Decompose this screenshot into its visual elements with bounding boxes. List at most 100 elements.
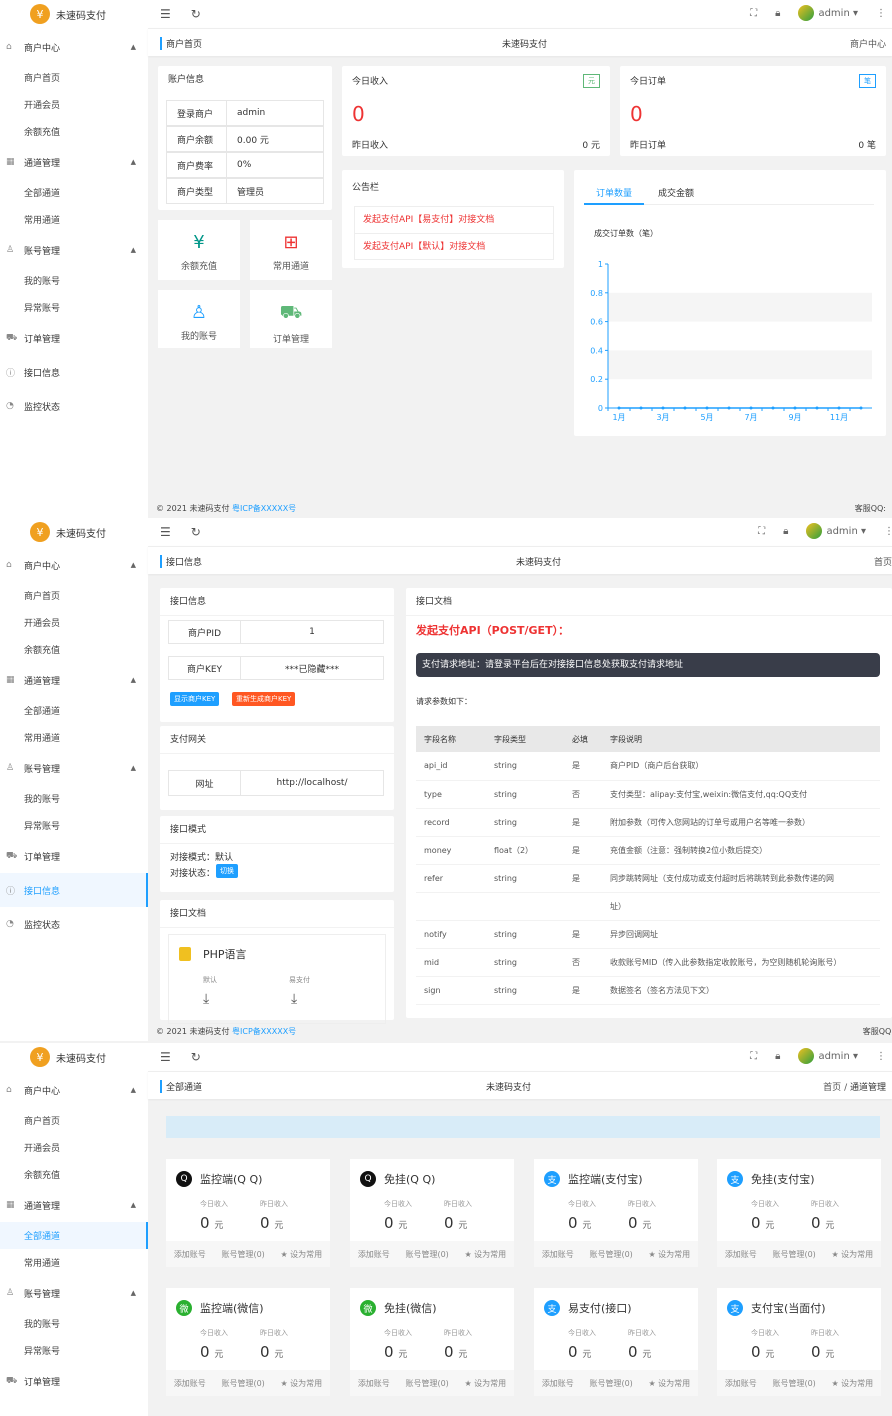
set-common-button[interactable]: ★ 设为常用 [280,1249,322,1260]
tab-current[interactable]: 全部通道 [160,1080,202,1093]
menu-icon[interactable]: ☰ [160,525,171,539]
nav-merchant[interactable]: ⌂ 商户中心 ▲ [0,1073,148,1107]
nav-my-accounts[interactable]: 我的账号 [0,785,148,812]
nav-abnormal-accounts[interactable]: 异常账号 [0,294,148,321]
nav-account[interactable]: ♙ 账号管理 ▲ [0,233,148,267]
nav-orders[interactable]: ⛟ 订单管理 [0,1364,148,1398]
refresh-icon[interactable]: ↻ [191,7,201,21]
set-common-button[interactable]: ★ 设为常用 [280,1378,322,1389]
nav-orders[interactable]: ⛟ 订单管理 [0,321,148,355]
nav-common-channels[interactable]: 常用通道 [0,206,148,233]
manage-accounts-button[interactable]: 账号管理(0) [405,1378,448,1389]
user-menu[interactable]: admin ▾ [798,1048,858,1064]
set-common-button[interactable]: ★ 设为常用 [648,1249,690,1260]
add-account-button[interactable]: 添加账号 [725,1249,757,1260]
nav-common-channels[interactable]: 常用通道 [0,1249,148,1276]
nav-recharge[interactable]: 余额充值 [0,118,148,145]
set-common-button[interactable]: ★ 设为常用 [464,1378,506,1389]
notice-link[interactable]: 发起支付API【默认】对接文档 [355,234,553,260]
income-value: 0 [352,102,365,126]
refresh-icon[interactable]: ↻ [191,1050,201,1064]
breadcrumb[interactable]: 商户中心 [850,37,886,50]
add-account-button[interactable]: 添加账号 [174,1378,206,1389]
menu-icon[interactable]: ☰ [160,1050,171,1064]
nav-vip[interactable]: 开通会员 [0,1134,148,1161]
nav-account[interactable]: ♙ 账号管理 ▲ [0,751,148,785]
nav-home[interactable]: 商户首页 [0,1107,148,1134]
nav-common-channels[interactable]: 常用通道 [0,724,148,751]
icp-link[interactable]: 粤ICP备XXXXX号 [232,1027,296,1036]
nav-recharge[interactable]: 余额充值 [0,636,148,663]
nav-my-accounts[interactable]: 我的账号 [0,1310,148,1337]
lock-icon[interactable]: 🔒︎ [775,1051,780,1062]
switch-button[interactable]: 切换 [216,864,238,878]
nav-orders[interactable]: ⛟ 订单管理 [0,839,148,873]
fullscreen-icon[interactable]: ⛶ [750,1051,757,1062]
refresh-icon[interactable]: ↻ [191,525,201,539]
set-common-button[interactable]: ★ 设为常用 [831,1378,873,1389]
add-account-button[interactable]: 添加账号 [725,1378,757,1389]
add-account-button[interactable]: 添加账号 [542,1249,574,1260]
menu-icon[interactable]: ☰ [160,7,171,21]
user-menu[interactable]: admin ▾ [806,523,866,539]
tile-recharge[interactable]: ¥ 余额充值 [158,220,240,280]
manage-accounts-button[interactable]: 账号管理(0) [772,1249,815,1260]
nav-api[interactable]: ⓘ 接口信息 [0,355,148,389]
nav-account[interactable]: ♙ 账号管理 ▲ [0,1276,148,1310]
nav-abnormal-accounts[interactable]: 异常账号 [0,812,148,839]
tile-my-accounts[interactable]: ♙ 我的账号 [158,290,240,348]
nav-all-channels[interactable]: 全部通道 [0,179,148,206]
set-common-button[interactable]: ★ 设为常用 [831,1249,873,1260]
add-account-button[interactable]: 添加账号 [174,1249,206,1260]
more-icon[interactable]: ⋮ [884,526,892,537]
nav-monitor[interactable]: ◔ 监控状态 [0,907,148,941]
set-common-button[interactable]: ★ 设为常用 [648,1378,690,1389]
y-tick-label: 1 [598,260,603,269]
manage-accounts-button[interactable]: 账号管理(0) [221,1378,264,1389]
set-common-button[interactable]: ★ 设为常用 [464,1249,506,1260]
manage-accounts-button[interactable]: 账号管理(0) [589,1249,632,1260]
lock-icon[interactable]: 🔒︎ [775,8,780,19]
tile-common-channels[interactable]: ⊞ 常用通道 [250,220,332,280]
tab-current[interactable]: 商户首页 [160,37,202,50]
nav-channel[interactable]: ▦ 通道管理 ▲ [0,1188,148,1222]
notice-link[interactable]: 发起支付API【易支付】对接文档 [355,207,553,234]
fullscreen-icon[interactable]: ⛶ [758,526,765,537]
nav-api[interactable]: ⓘ 接口信息 [0,873,148,907]
user-menu[interactable]: admin ▾ [798,5,858,21]
more-icon[interactable]: ⋮ [876,8,886,19]
crumb-home[interactable]: 首页 [823,1083,841,1093]
nav-all-channels[interactable]: 全部通道 [0,1222,148,1249]
tab-current[interactable]: 接口信息 [160,555,202,568]
download-icon[interactable]: ⤓ [291,991,297,1007]
add-account-button[interactable]: 添加账号 [358,1249,390,1260]
fullscreen-icon[interactable]: ⛶ [750,8,757,19]
nav-monitor[interactable]: ◔ 监控状态 [0,389,148,423]
nav-home[interactable]: 商户首页 [0,64,148,91]
show-key-button[interactable]: 显示商户KEY [170,692,220,706]
nav-my-accounts[interactable]: 我的账号 [0,267,148,294]
lock-icon[interactable]: 🔒︎ [783,526,788,537]
nav-vip[interactable]: 开通会员 [0,609,148,636]
icp-link[interactable]: 粤ICP备XXXXX号 [232,504,296,513]
nav-home[interactable]: 商户首页 [0,582,148,609]
nav-recharge[interactable]: 余额充值 [0,1161,148,1188]
manage-accounts-button[interactable]: 账号管理(0) [405,1249,448,1260]
add-account-button[interactable]: 添加账号 [358,1378,390,1389]
more-icon[interactable]: ⋮ [876,1051,886,1062]
regen-key-button[interactable]: 重新生成商户KEY [232,692,296,706]
manage-accounts-button[interactable]: 账号管理(0) [772,1378,815,1389]
nav-merchant[interactable]: ⌂ 商户中心 ▲ [0,30,148,64]
tile-orders[interactable]: ⛟ 订单管理 [250,290,332,348]
add-account-button[interactable]: 添加账号 [542,1378,574,1389]
nav-vip[interactable]: 开通会员 [0,91,148,118]
nav-channel[interactable]: ▦ 通道管理 ▲ [0,663,148,697]
nav-merchant[interactable]: ⌂ 商户中心 ▲ [0,548,148,582]
nav-all-channels[interactable]: 全部通道 [0,697,148,724]
manage-accounts-button[interactable]: 账号管理(0) [589,1378,632,1389]
download-icon[interactable]: ⤓ [203,991,209,1007]
nav-abnormal-accounts[interactable]: 异常账号 [0,1337,148,1364]
nav-channel[interactable]: ▦ 通道管理 ▲ [0,145,148,179]
manage-accounts-button[interactable]: 账号管理(0) [221,1249,264,1260]
breadcrumb[interactable]: 首页 [874,555,892,568]
